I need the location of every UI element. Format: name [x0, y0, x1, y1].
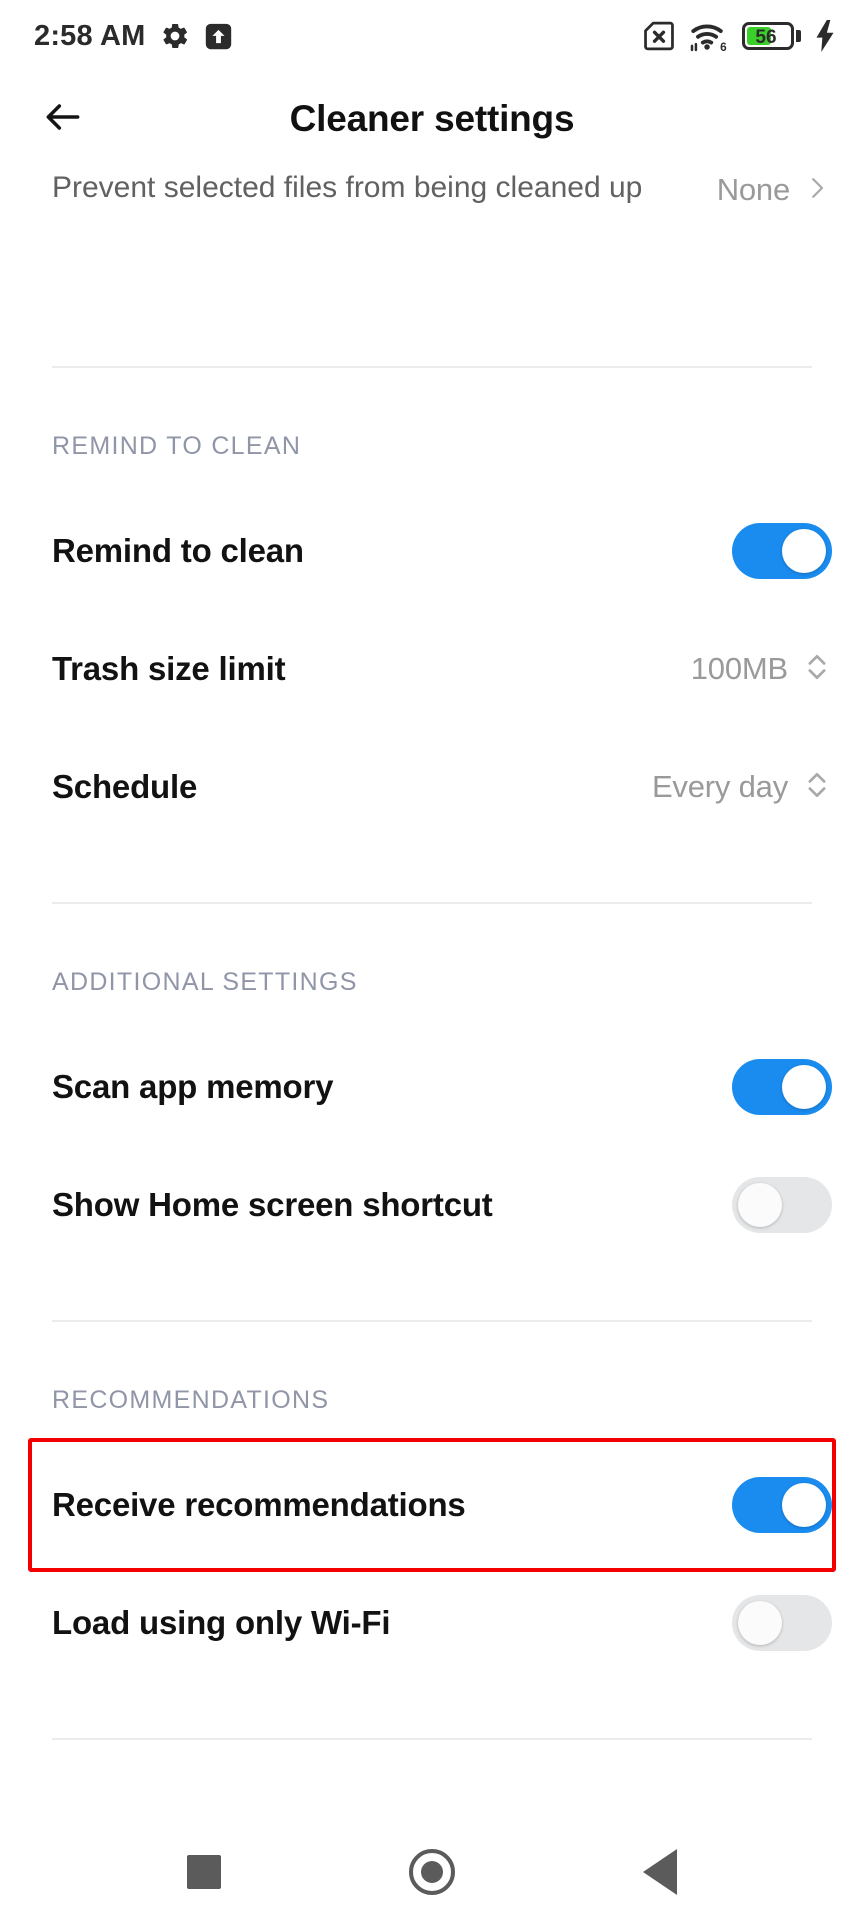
row-value: Every day	[651, 769, 788, 804]
row-value: None	[716, 172, 791, 207]
settings-row-exceptions[interactable]: Exceptions Prevent selected files from b…	[0, 166, 864, 274]
row-title: Schedule	[52, 767, 198, 805]
row-title: Receive recommendations	[52, 1485, 466, 1523]
toggle-receive-recommendations[interactable]	[732, 1477, 832, 1533]
toggle-remind-to-clean[interactable]	[732, 523, 832, 579]
row-value: 100MB	[690, 651, 788, 686]
system-navigation-bar	[0, 1824, 864, 1920]
status-bar-left: 2:58 AM	[34, 20, 233, 53]
svg-text:6: 6	[720, 41, 727, 53]
settings-row-schedule[interactable]: Schedule Every day	[0, 728, 864, 846]
toggle-scan-app-memory[interactable]	[732, 1059, 832, 1115]
toggle-show-home-screen-shortcut[interactable]	[732, 1177, 832, 1233]
section-header-recommendations: RECOMMENDATIONS	[52, 1385, 330, 1414]
back-navigation-button[interactable]	[34, 90, 92, 148]
home-button[interactable]	[362, 1824, 502, 1920]
section-header-additional-settings: ADDITIONAL SETTINGS	[52, 967, 358, 996]
charging-bolt-icon	[814, 20, 836, 52]
chevron-right-icon	[802, 173, 832, 208]
upload-arrow-icon	[204, 22, 233, 51]
settings-list: Exceptions Prevent selected files from b…	[0, 166, 864, 1740]
status-bar-clock: 2:58 AM	[34, 19, 146, 52]
battery-icon: 56	[742, 22, 801, 50]
settings-row-scan-app-memory[interactable]: Scan app memory	[0, 1028, 864, 1146]
triangle-left-icon	[643, 1849, 677, 1895]
toggle-load-using-only-wifi[interactable]	[732, 1595, 832, 1651]
phone-screen: 2:58 AM 6 56 Cleaner settings Prevent se…	[0, 0, 864, 1920]
wifi-6-icon: 6	[689, 19, 729, 53]
battery-percent-label: 56	[755, 27, 777, 48]
settings-row-show-home-screen-shortcut[interactable]: Show Home screen shortcut	[0, 1146, 864, 1264]
stepper-updown-icon[interactable]	[802, 647, 832, 692]
settings-row-load-using-only-wifi[interactable]: Load using only Wi-Fi	[0, 1564, 864, 1682]
arrow-left-icon	[41, 95, 85, 144]
row-title: Show Home screen shortcut	[52, 1185, 493, 1223]
sim-card-off-icon	[642, 19, 676, 53]
settings-row-remind-to-clean[interactable]: Remind to clean	[0, 492, 864, 610]
back-button[interactable]	[590, 1824, 730, 1920]
status-bar: 2:58 AM 6 56	[0, 0, 864, 72]
row-subtitle: Prevent selected files from being cleane…	[52, 171, 643, 205]
stepper-updown-icon[interactable]	[802, 765, 832, 810]
row-title: Trash size limit	[52, 649, 286, 687]
section-header-remind-to-clean: REMIND TO CLEAN	[52, 431, 302, 460]
row-title: Scan app memory	[52, 1067, 334, 1105]
section-divider	[52, 1738, 812, 1740]
status-bar-right: 6 56	[642, 19, 836, 53]
settings-row-trash-size-limit[interactable]: Trash size limit 100MB	[0, 610, 864, 728]
row-title: Remind to clean	[52, 531, 304, 569]
gear-icon	[160, 21, 190, 51]
page-title: Cleaner settings	[289, 98, 575, 139]
recents-button[interactable]	[134, 1824, 274, 1920]
settings-row-receive-recommendations[interactable]: Receive recommendations	[0, 1446, 864, 1564]
app-header: Cleaner settings	[0, 72, 864, 166]
circle-icon	[409, 1849, 455, 1895]
row-title: Load using only Wi-Fi	[52, 1603, 391, 1641]
square-icon	[187, 1855, 221, 1889]
